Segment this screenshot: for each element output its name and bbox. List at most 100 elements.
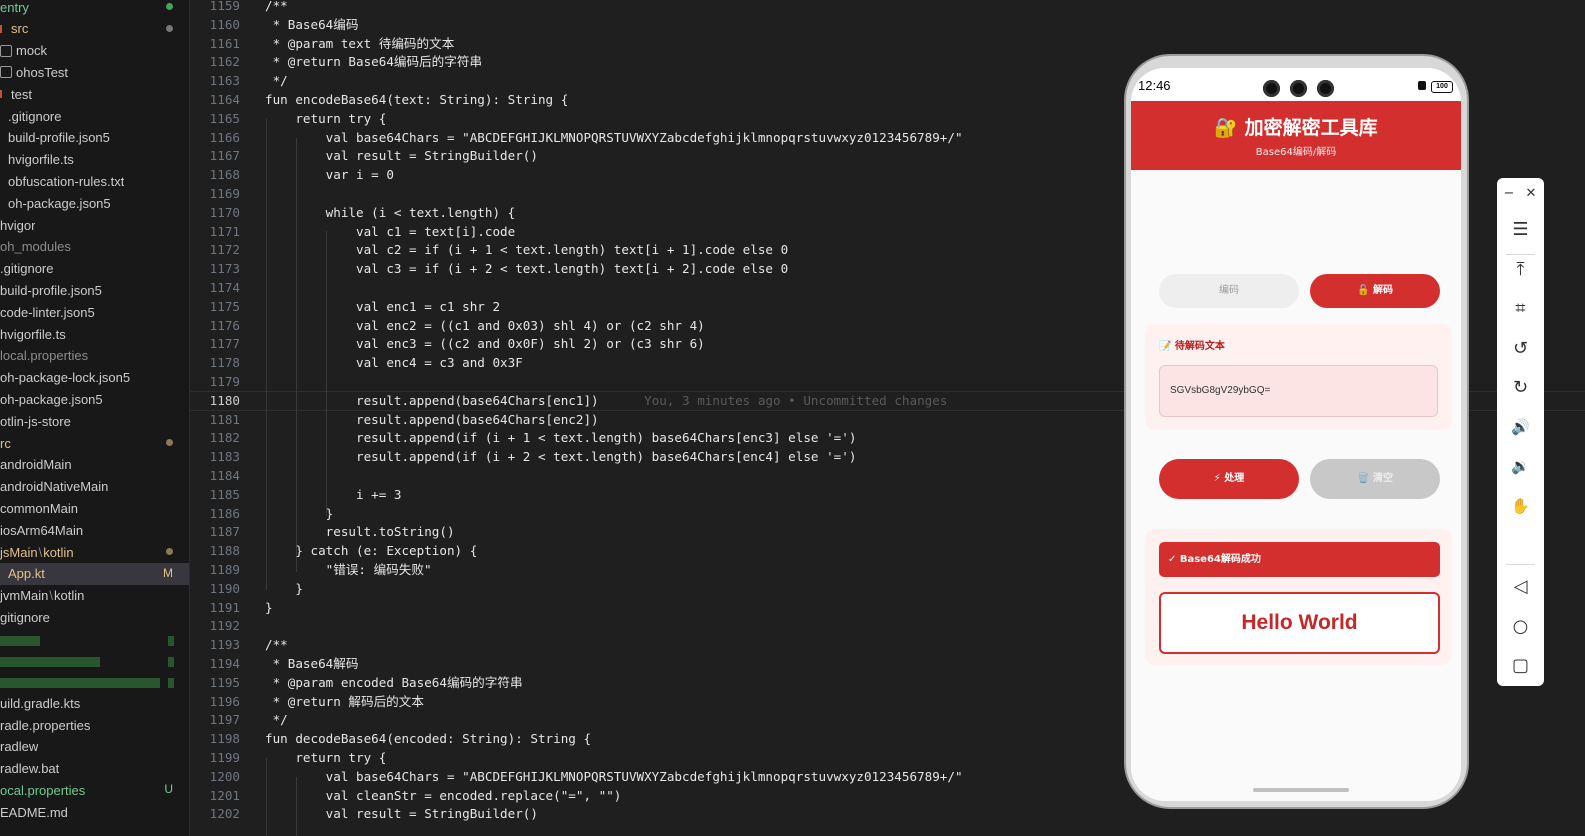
rotate-right-icon[interactable]: ↻ — [1497, 372, 1544, 402]
code-line[interactable]: 1166 val base64Chars = "ABCDEFGHIJKLMNOP… — [190, 129, 963, 148]
code-line[interactable]: 1194 * Base64解码 — [190, 655, 359, 674]
explorer-item[interactable]: local.properties — [0, 345, 189, 367]
code-line[interactable]: 1159 /** — [190, 0, 288, 16]
code-line[interactable]: 1165 return try { — [190, 110, 387, 129]
code-line[interactable]: 1190 } — [190, 580, 303, 599]
code-line[interactable]: 1186 } — [190, 505, 334, 524]
explorer-item[interactable]: uild.gradle.kts — [0, 692, 189, 714]
code-line[interactable]: 1163 */ — [190, 72, 288, 91]
explorer-item[interactable]: build-profile.json5 — [0, 127, 189, 149]
code-line[interactable]: 1192 — [190, 617, 240, 636]
code-line[interactable]: 1161 * @param text 待编码的文本 — [190, 35, 455, 54]
explorer-item[interactable]: obfuscation-rules.txt — [0, 170, 189, 192]
code-line[interactable]: 1197 */ — [190, 711, 288, 730]
explorer-item[interactable]: src — [0, 18, 189, 40]
explorer-item[interactable]: oh-package-lock.json5 — [0, 367, 189, 389]
code-line[interactable]: 1187 result.toString() — [190, 523, 455, 542]
screenshot-crop-icon[interactable]: ⌗ — [1497, 293, 1544, 323]
code-line[interactable]: 1179 — [190, 373, 240, 392]
code-line[interactable]: 1176 val enc2 = ((c1 and 0x03) shl 4) or… — [190, 317, 705, 336]
code-line[interactable]: 1164 fun encodeBase64(text: String): Stri… — [190, 91, 569, 110]
explorer-item[interactable]: androidNativeMain — [0, 476, 189, 498]
code-line[interactable]: 1182 result.append(if (i + 1 < text.leng… — [190, 429, 857, 448]
explorer-item[interactable]: hvigor — [0, 214, 189, 236]
explorer-item[interactable]: entry — [0, 0, 189, 18]
back-icon[interactable]: ◁ — [1497, 571, 1544, 601]
code-line[interactable]: 1162 * @return Base64编码后的字符串 — [190, 53, 482, 72]
explorer-item[interactable]: jsMain \ kotlin — [0, 541, 189, 563]
code-line[interactable]: 1185 i += 3 — [190, 486, 402, 505]
explorer-item[interactable]: otlin-js-store — [0, 410, 189, 432]
explorer-item[interactable]: .gitignore — [0, 258, 189, 280]
close-icon[interactable]: ✕ — [1519, 178, 1543, 208]
line-number: 1176 — [209, 317, 240, 333]
code-line[interactable]: 1178 val enc4 = c3 and 0x3F — [190, 354, 523, 373]
tab-decode[interactable]: 🔓 解码 — [1310, 274, 1440, 308]
code-line[interactable]: 1181 result.append(base64Chars[enc2]) — [190, 411, 599, 430]
explorer-item[interactable]: iosArm64Main — [0, 519, 189, 541]
code-line[interactable]: 1199 return try { — [190, 749, 387, 768]
code-line[interactable]: 1189 "错误: 编码失败" — [190, 561, 432, 580]
code-line[interactable]: 1188 } catch (e: Exception) { — [190, 542, 478, 561]
explorer-item[interactable]: App.kt M — [0, 562, 189, 585]
code-line[interactable]: 1201 val cleanStr = encoded.replace("=",… — [190, 787, 622, 806]
rotate-left-icon[interactable]: ↺ — [1497, 333, 1544, 363]
recent-apps-icon[interactable]: ▢ — [1497, 650, 1544, 680]
tab-encode[interactable]: 编码 — [1159, 274, 1299, 308]
volume-down-icon[interactable]: 🔉 — [1497, 451, 1544, 481]
clear-button[interactable]: 🗑️ 清空 — [1310, 459, 1440, 499]
code-line[interactable]: 1174 — [190, 279, 240, 298]
explorer-item[interactable]: hvigorfile.ts — [0, 323, 189, 345]
code-line[interactable]: 1184 — [190, 467, 240, 486]
code-line[interactable]: 1173 val c3 = if (i + 2 < text.length) t… — [190, 260, 789, 279]
decode-text-input[interactable]: SGVsbG8gV29ybGQ= — [1159, 365, 1438, 417]
explorer-item[interactable]: commonMain — [0, 497, 189, 519]
explorer-item[interactable]: hvigorfile.ts — [0, 149, 189, 171]
explorer-item[interactable]: oh-package.json5 — [0, 388, 189, 410]
explorer-item[interactable]: ocal.properties U — [0, 779, 189, 801]
process-button[interactable]: ⚡ 处理 — [1159, 459, 1299, 499]
code-line[interactable]: 1183 result.append(if (i + 2 < text.leng… — [190, 448, 857, 467]
code-line[interactable]: 1175 val enc1 = c1 shr 2 — [190, 298, 500, 317]
explorer-item[interactable]: androidMain — [0, 454, 189, 476]
explorer-item[interactable]: EADME.md — [0, 801, 189, 823]
code-line[interactable]: 1160 * Base64编码 — [190, 16, 359, 35]
explorer-item[interactable]: test — [0, 83, 189, 105]
code-line[interactable]: 1167 val result = StringBuilder() — [190, 147, 538, 166]
code-line[interactable]: 1191} — [190, 599, 273, 618]
code-line[interactable]: 1196 * @return 解码后的文本 — [190, 693, 424, 712]
explorer-item[interactable]: gitignore — [0, 606, 189, 628]
pin-top-icon[interactable]: ⤒ — [1497, 254, 1544, 284]
code-line[interactable]: 1171 val c1 = text[i].code — [190, 223, 516, 242]
explorer-item[interactable]: mock — [0, 40, 189, 62]
shake-icon[interactable]: ✋ — [1497, 491, 1544, 521]
code-line[interactable]: 1177 val enc3 = ((c2 and 0x0F) shl 2) or… — [190, 335, 705, 354]
explorer-item[interactable]: rc — [0, 432, 189, 454]
code-line[interactable]: 1172 val c2 = if (i + 1 < text.length) t… — [190, 241, 789, 260]
code-line[interactable]: 1169 — [190, 185, 240, 204]
explorer-item[interactable]: radlew — [0, 736, 189, 758]
explorer-item[interactable]: code-linter.json5 — [0, 301, 189, 323]
menu-icon[interactable]: ☰ — [1497, 214, 1544, 244]
code-line[interactable]: 1168 var i = 0 — [190, 166, 394, 185]
code-line[interactable]: 1202 val result = StringBuilder() — [190, 805, 538, 824]
explorer-item[interactable]: .gitignore — [0, 105, 189, 127]
explorer-item[interactable]: radlew.bat — [0, 758, 189, 780]
explorer-item[interactable]: radle.properties — [0, 714, 189, 736]
minimize-icon[interactable]: − — [1497, 178, 1521, 208]
explorer-item[interactable]: build-profile.json5 — [0, 279, 189, 301]
line-number: 1202 — [209, 806, 240, 822]
explorer-item[interactable]: ohosTest — [0, 61, 189, 83]
code-line[interactable]: 1170 while (i < text.length) { — [190, 204, 516, 223]
explorer-item[interactable]: oh_modules — [0, 236, 189, 258]
code-line[interactable]: 1195 * @param encoded Base64编码的字符串 — [190, 674, 523, 693]
code-line[interactable]: 1193 /** — [190, 636, 288, 655]
explorer-item[interactable]: oh-package.json5 — [0, 192, 189, 214]
code-line[interactable]: 1198 fun decodeBase64(encoded: String): S… — [190, 730, 591, 749]
volume-up-icon[interactable]: 🔊 — [1497, 412, 1544, 442]
home-indicator[interactable] — [1253, 788, 1349, 792]
home-icon[interactable]: ○ — [1497, 611, 1544, 641]
code-line[interactable]: 1200 val base64Chars = "ABCDEFGHIJKLMNOP… — [190, 768, 963, 787]
explorer-item[interactable]: jvmMain \ kotlin — [0, 585, 189, 607]
code-line[interactable]: 1180 result.append(base64Chars[enc1]) Yo… — [190, 392, 948, 411]
